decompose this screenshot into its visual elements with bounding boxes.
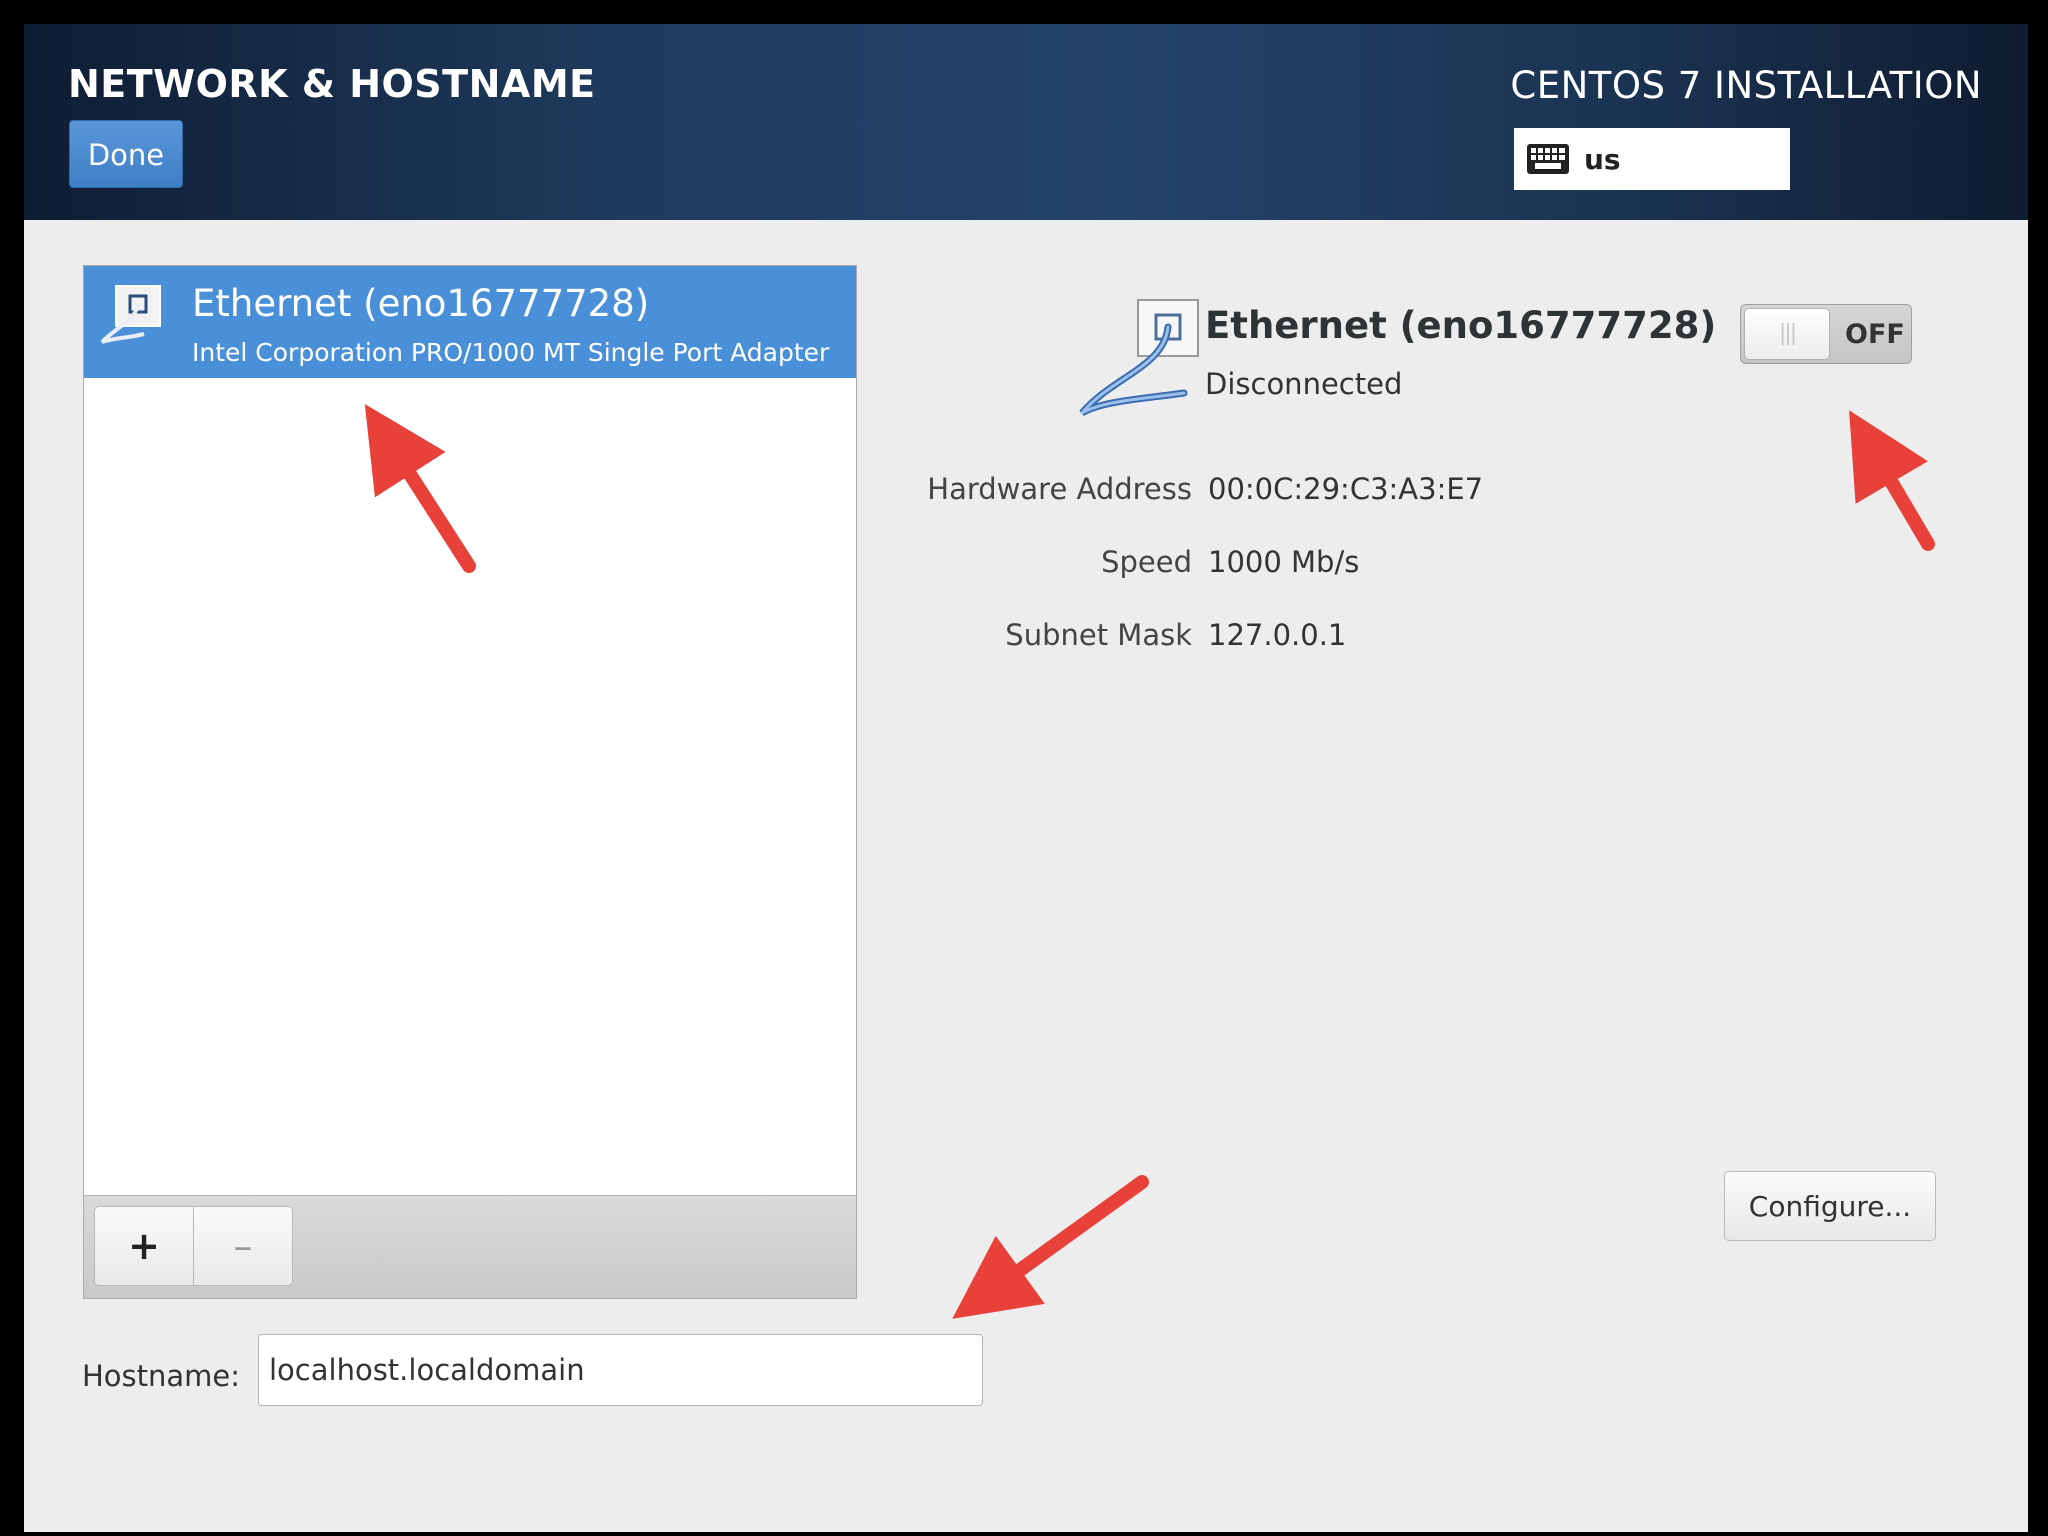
ethernet-icon bbox=[100, 285, 161, 344]
ethernet-large-icon bbox=[1079, 299, 1199, 417]
keyboard-layout-label: us bbox=[1584, 142, 1621, 176]
device-item-name: Ethernet (eno16777728) bbox=[192, 282, 650, 325]
add-device-button[interactable]: + bbox=[94, 1206, 194, 1286]
device-detail-name: Ethernet (eno16777728) bbox=[1205, 304, 1717, 347]
remove-device-button[interactable]: – bbox=[193, 1206, 293, 1286]
speed-label: Speed bbox=[1101, 545, 1192, 579]
arrow-to-switch bbox=[1849, 410, 1935, 551]
hardware-address-value: 00:0C:29:C3:A3:E7 bbox=[1208, 472, 1484, 506]
device-list: Ethernet (eno16777728) Intel Corporation… bbox=[83, 265, 857, 1299]
speed-value: 1000 Mb/s bbox=[1208, 545, 1360, 579]
hardware-address-label: Hardware Address bbox=[927, 472, 1192, 506]
device-list-toolbar: + – bbox=[84, 1195, 856, 1298]
switch-knob: ||| bbox=[1744, 308, 1830, 360]
done-button[interactable]: Done bbox=[69, 120, 183, 188]
hostname-label: Hostname: bbox=[82, 1359, 241, 1393]
device-item-description: Intel Corporation PRO/1000 MT Single Por… bbox=[192, 338, 830, 367]
keyboard-layout-indicator[interactable]: us bbox=[1514, 128, 1790, 190]
switch-state-label: OFF bbox=[1845, 319, 1905, 350]
device-connection-status: Disconnected bbox=[1205, 367, 1403, 401]
installer-window: NETWORK & HOSTNAME Done CENTOS 7 INSTALL… bbox=[24, 24, 2028, 1532]
subnet-mask-label: Subnet Mask bbox=[1005, 618, 1192, 652]
product-title: CENTOS 7 INSTALLATION bbox=[1510, 64, 1982, 107]
arrow-to-hostname bbox=[952, 1175, 1149, 1319]
spoke-title: NETWORK & HOSTNAME bbox=[68, 62, 596, 106]
header-bar: NETWORK & HOSTNAME Done CENTOS 7 INSTALL… bbox=[24, 24, 2028, 220]
keyboard-icon bbox=[1527, 144, 1569, 174]
configure-button[interactable]: Configure... bbox=[1724, 1171, 1936, 1241]
subnet-mask-value: 127.0.0.1 bbox=[1208, 618, 1347, 652]
device-list-item[interactable]: Ethernet (eno16777728) Intel Corporation… bbox=[84, 266, 856, 378]
hostname-input[interactable] bbox=[258, 1334, 983, 1406]
device-power-switch[interactable]: ||| OFF bbox=[1740, 304, 1912, 364]
